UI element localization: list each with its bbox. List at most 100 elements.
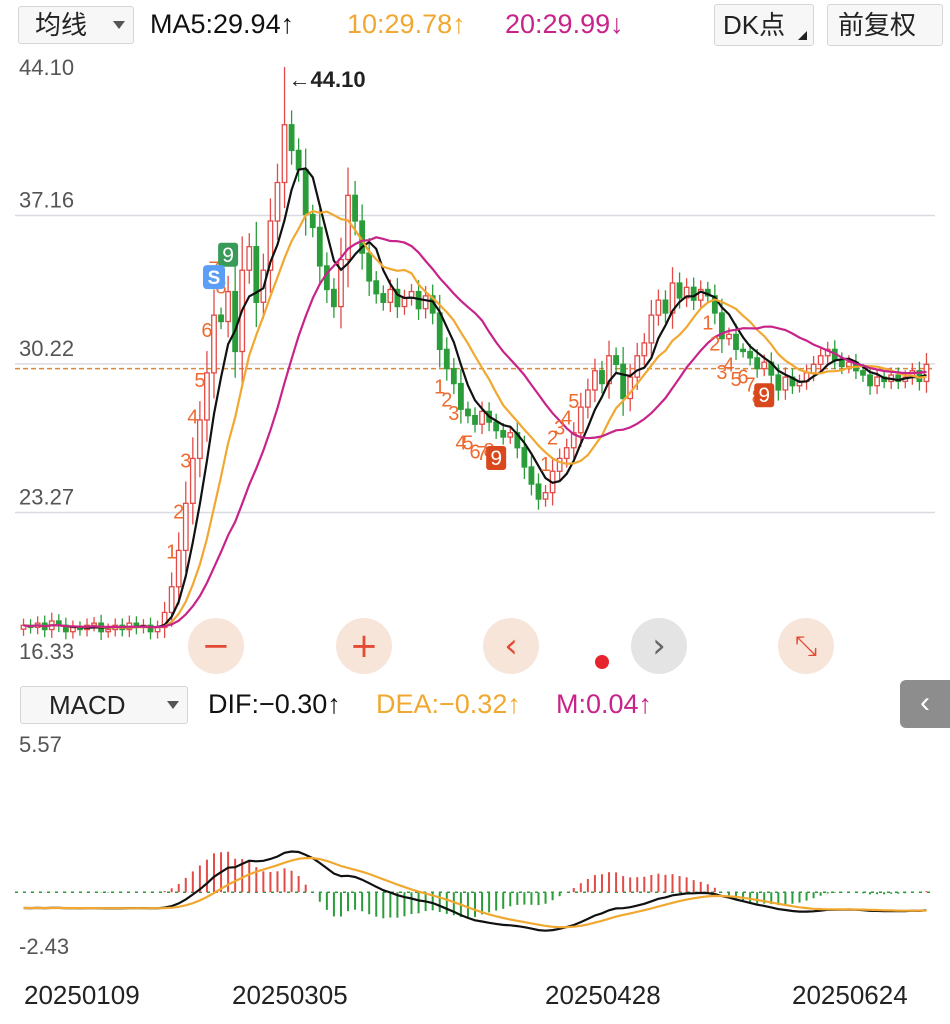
zoom-out-button[interactable]: − [188, 618, 244, 674]
current-position-dot [595, 655, 609, 669]
candle-body [845, 361, 852, 368]
candle-body [105, 628, 112, 633]
candle-body [246, 246, 253, 271]
candle-body [563, 447, 570, 460]
price-axis-label: 16.33 [19, 639, 74, 664]
dea-value: DEA:−0.32↑ [376, 686, 521, 722]
candle-body [281, 124, 288, 184]
dif-text: DIF:−0.30 [208, 689, 328, 719]
candle-body [634, 355, 641, 378]
candle-body [232, 290, 239, 353]
candle-body [331, 288, 337, 308]
candle-body [528, 466, 535, 485]
candle-body [690, 286, 697, 301]
ma5-text: MA5:29.94 [150, 9, 281, 39]
ma10-text: 10:29.78 [347, 9, 453, 39]
price-axis-label: 37.16 [19, 187, 74, 212]
ma5-value: MA5:29.94↑ [150, 6, 294, 42]
candle-body [782, 376, 789, 391]
candle-body [472, 415, 478, 425]
macd-select[interactable]: MACD [20, 686, 188, 724]
candle-body [747, 350, 754, 359]
candle-body [507, 432, 514, 438]
candle-body [352, 194, 358, 222]
candle-body [218, 314, 224, 323]
candle-body [436, 312, 443, 350]
td-signal-up: 1 [540, 454, 551, 476]
chevron-down-icon [167, 701, 179, 709]
macd-axis-label: 5.57 [19, 732, 62, 757]
candle-body [648, 314, 655, 344]
candle-body [422, 295, 429, 310]
x-date-label: 20250305 [232, 980, 348, 1010]
arrow-up-icon: ↑ [452, 9, 466, 39]
chevron-down-icon [113, 21, 125, 29]
m-text: M:0.04 [556, 689, 639, 719]
candlestick-chart[interactable]: 44.1037.1630.2223.2716.33←44.10123456789… [15, 50, 935, 680]
x-date-label: 20250624 [792, 980, 908, 1010]
ma20-value: 20:29.99↓ [505, 6, 624, 42]
candle-body [535, 483, 542, 500]
price-axis-label: 30.22 [19, 336, 74, 361]
macd-select-label: MACD [49, 690, 126, 720]
fullscreen-button[interactable]: ⤡ [778, 618, 834, 674]
candle-body [500, 429, 507, 438]
candle-body [726, 333, 732, 340]
next-button[interactable]: › [631, 618, 687, 674]
td-signal-up: 5 [194, 370, 205, 392]
ma5-line [23, 167, 927, 629]
dk-point-button[interactable]: DK点 [714, 4, 814, 46]
td-signal-down: 1 [702, 312, 713, 334]
td-signal-up: 2 [173, 501, 184, 523]
high-price-label: ←44.10 [289, 67, 366, 92]
candle-body [838, 359, 845, 368]
candle-body [754, 357, 761, 370]
macd-axis-label: -2.43 [19, 934, 69, 959]
candle-body [450, 367, 457, 385]
candle-body [584, 389, 591, 408]
arrow-up-icon: ↑ [327, 689, 341, 719]
td-signal-up: 6 [201, 320, 212, 342]
candle-body [655, 299, 662, 316]
td-signal-down: 3 [448, 403, 459, 425]
ma20-text: 20:29.99 [505, 9, 611, 39]
adjust-label: 前复权 [838, 10, 917, 40]
candle-body [542, 492, 549, 500]
candle-body [867, 374, 873, 387]
candle-body [662, 299, 669, 314]
macd-chart: 5.57 -2.43 [15, 732, 935, 959]
x-date-label: 20250428 [545, 980, 661, 1010]
adjust-select[interactable]: 前复权 [827, 4, 943, 46]
candle-body [592, 370, 598, 391]
candle-body [401, 297, 408, 308]
candle-body [295, 149, 302, 171]
candle-body [91, 622, 97, 626]
td-signal-9-up: 9 [222, 244, 234, 267]
td-signal-up: 4 [187, 406, 198, 428]
buy-marker: S [208, 268, 221, 289]
arrow-up-icon: ↑ [638, 689, 653, 719]
candle-body [380, 293, 387, 303]
x-axis-dates: 20250109 20250305 20250428 20250624 [0, 962, 950, 1024]
candle-body [676, 282, 683, 299]
collapse-side-button[interactable]: ‹ [900, 680, 950, 728]
zoom-in-button[interactable]: + [336, 618, 392, 674]
ma-select[interactable]: 均线 [18, 6, 134, 44]
candle-body [641, 342, 648, 357]
prev-button[interactable]: ‹ [483, 618, 539, 674]
td-signal-up: 5 [568, 391, 579, 413]
candle-body [810, 363, 817, 374]
x-date-label: 20250109 [24, 980, 140, 1010]
price-axis-label: 44.10 [19, 55, 74, 80]
candle-body [309, 213, 316, 229]
candle-body [860, 370, 866, 376]
corner-caret-icon [798, 31, 807, 40]
candle-body [493, 421, 500, 432]
candle-body [479, 410, 485, 425]
candle-body [302, 169, 309, 216]
chevron-left-icon: ‹ [920, 686, 930, 719]
candle-body [740, 348, 746, 353]
candle-body [775, 374, 782, 391]
candle-body [874, 376, 881, 387]
dif-line [23, 850, 927, 932]
